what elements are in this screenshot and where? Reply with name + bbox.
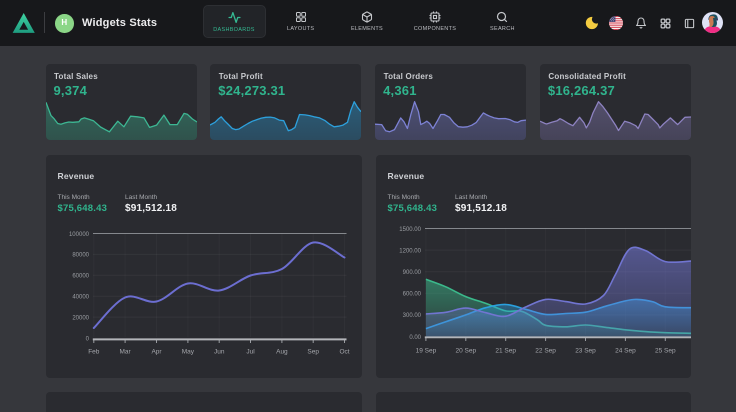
svg-text:1200.00: 1200.00 — [399, 248, 421, 254]
svg-text:0.00: 0.00 — [409, 335, 421, 341]
svg-text:300.00: 300.00 — [402, 313, 421, 319]
svg-text:20000: 20000 — [72, 315, 89, 321]
svg-text:Oct: Oct — [339, 349, 349, 356]
svg-text:0: 0 — [85, 336, 89, 342]
svg-text:Jul: Jul — [246, 349, 255, 356]
svg-text:Feb: Feb — [88, 349, 100, 356]
svg-text:25 Sep: 25 Sep — [654, 348, 675, 355]
svg-text:23 Sep: 23 Sep — [575, 348, 596, 355]
svg-text:Sep: Sep — [307, 349, 319, 356]
svg-text:1500.00: 1500.00 — [399, 227, 421, 233]
svg-text:Jun: Jun — [213, 349, 224, 356]
svg-text:21 Sep: 21 Sep — [495, 348, 516, 355]
svg-text:May: May — [181, 349, 194, 356]
svg-text:900.00: 900.00 — [402, 270, 421, 276]
svg-text:22 Sep: 22 Sep — [535, 348, 556, 355]
svg-text:60000: 60000 — [72, 274, 89, 280]
svg-text:20 Sep: 20 Sep — [455, 348, 476, 355]
svg-text:24 Sep: 24 Sep — [615, 348, 636, 355]
svg-text:100000: 100000 — [68, 232, 89, 238]
svg-text:Aug: Aug — [276, 349, 288, 356]
svg-text:40000: 40000 — [72, 295, 89, 301]
svg-text:19 Sep: 19 Sep — [415, 348, 436, 355]
svg-text:Mar: Mar — [119, 349, 131, 356]
svg-text:Apr: Apr — [151, 349, 162, 356]
svg-text:80000: 80000 — [72, 253, 89, 259]
svg-text:600.00: 600.00 — [402, 292, 421, 298]
